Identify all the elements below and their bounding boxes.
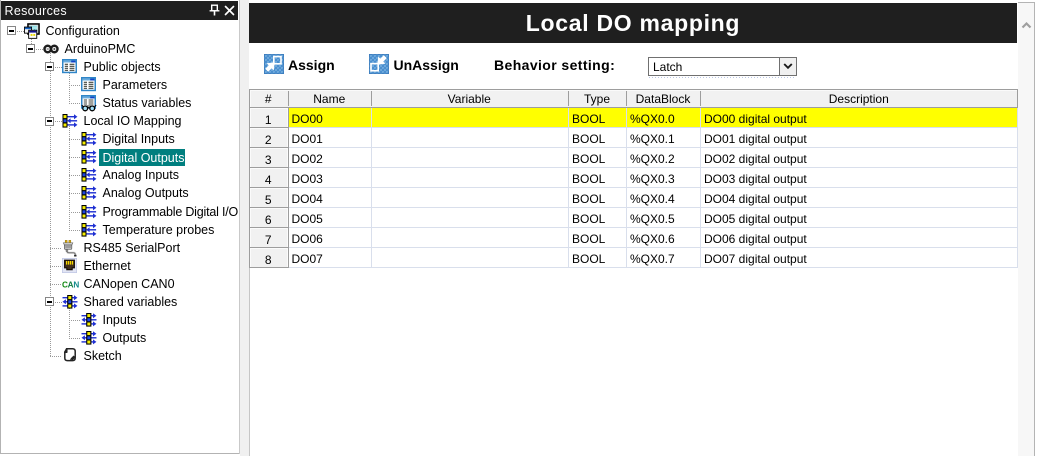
svg-text:N: N: [73, 280, 79, 289]
